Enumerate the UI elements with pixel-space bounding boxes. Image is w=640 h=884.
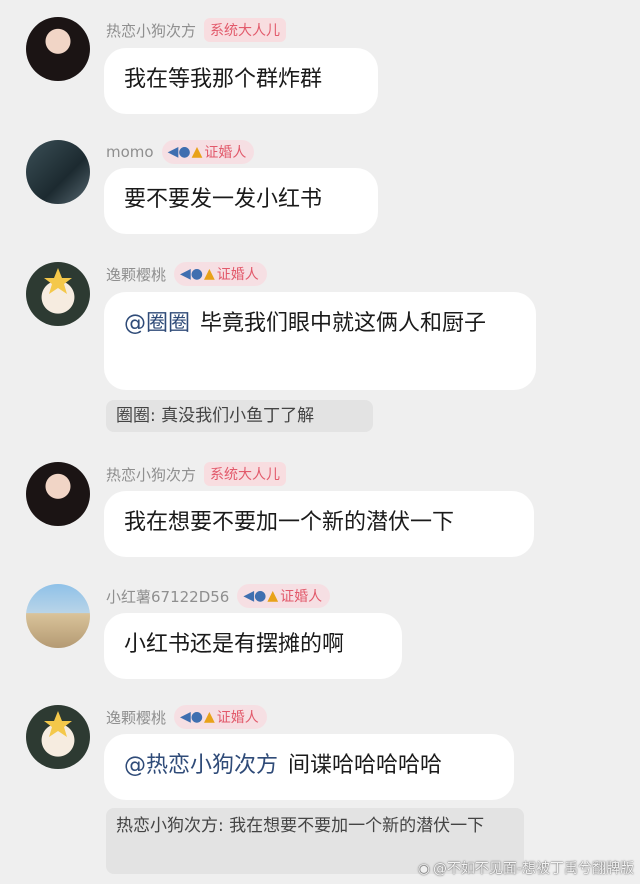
role-badge: 系统大人儿 bbox=[204, 18, 287, 42]
message-bubble[interactable]: 要不要发一发小红书 bbox=[104, 168, 378, 234]
role-badge: ◀● ▲ 证婚人 bbox=[161, 140, 255, 164]
mention-link[interactable]: @热恋小狗次方 bbox=[124, 753, 278, 778]
role-badge: ◀● ▲ 证婚人 bbox=[237, 584, 331, 608]
watermark-text: @不如不见面-想被丁禹兮翻牌版 bbox=[432, 861, 634, 877]
role-badge: ◀● ▲ 证婚人 bbox=[174, 262, 267, 286]
avatar[interactable] bbox=[26, 462, 90, 526]
badge-label: 证婚人 bbox=[216, 710, 259, 726]
username[interactable]: 逸颗樱桃 bbox=[106, 264, 166, 285]
avatar[interactable] bbox=[26, 584, 90, 648]
message-text: 要不要发一发小红书 bbox=[124, 187, 323, 212]
bell-icon: ▲ bbox=[267, 588, 279, 604]
message-text: 毕竟我们眼中就这俩人和厨子 bbox=[200, 311, 487, 336]
username[interactable]: 逸颗樱桃 bbox=[106, 707, 166, 728]
quote-text: 热恋小狗次方: 我在想要不要加一个新的潜伏一下 bbox=[116, 816, 485, 836]
bell-icon: ▲ bbox=[204, 266, 215, 282]
bell-icon: ▲ bbox=[191, 144, 203, 160]
avatar[interactable] bbox=[26, 140, 90, 204]
fish-icon: ◀● bbox=[243, 588, 267, 604]
message-text: 小红书还是有摆摊的啊 bbox=[124, 632, 345, 657]
weibo-icon: ◉ bbox=[417, 861, 430, 877]
avatar[interactable] bbox=[26, 705, 90, 769]
message-text: 我在想要不要加一个新的潜伏一下 bbox=[124, 510, 455, 535]
message-bubble[interactable]: 我在想要不要加一个新的潜伏一下 bbox=[104, 491, 534, 557]
avatar[interactable] bbox=[26, 17, 90, 81]
badge-label: 证婚人 bbox=[216, 267, 259, 283]
message-text: 我在等我那个群炸群 bbox=[124, 67, 323, 92]
message-header: momo ◀● ▲ 证婚人 bbox=[106, 139, 255, 165]
avatar[interactable] bbox=[26, 262, 90, 326]
role-badge: 系统大人儿 bbox=[204, 462, 287, 486]
username[interactable]: momo bbox=[106, 143, 154, 161]
fish-icon: ◀● bbox=[180, 266, 203, 282]
message-header: 逸颗樱桃 ◀● ▲ 证婚人 bbox=[106, 261, 267, 287]
quote-text: 圈圈: 真没我们小鱼丁了解 bbox=[116, 406, 315, 426]
message-header: 小红薯67122D56 ◀● ▲ 证婚人 bbox=[106, 583, 331, 609]
quoted-reply[interactable]: 圈圈: 真没我们小鱼丁了解 bbox=[106, 400, 373, 432]
message-bubble[interactable]: 小红书还是有摆摊的啊 bbox=[104, 613, 402, 679]
username[interactable]: 热恋小狗次方 bbox=[106, 20, 196, 41]
message-text: 间谍哈哈哈哈哈 bbox=[288, 753, 443, 778]
role-badge: ◀● ▲ 证婚人 bbox=[174, 705, 267, 729]
bell-icon: ▲ bbox=[204, 709, 215, 725]
message-bubble[interactable]: @圈圈 毕竟我们眼中就这俩人和厨子 bbox=[104, 292, 536, 390]
message-header: 热恋小狗次方 系统大人儿 bbox=[106, 461, 287, 487]
mention-link[interactable]: @圈圈 bbox=[124, 311, 190, 336]
username[interactable]: 热恋小狗次方 bbox=[106, 464, 196, 485]
fish-icon: ◀● bbox=[167, 144, 191, 160]
star-icon bbox=[44, 711, 72, 737]
badge-label: 证婚人 bbox=[280, 589, 323, 605]
username[interactable]: 小红薯67122D56 bbox=[106, 586, 229, 607]
fish-icon: ◀● bbox=[180, 709, 203, 725]
star-icon bbox=[44, 268, 72, 294]
message-header: 热恋小狗次方 系统大人儿 bbox=[106, 17, 287, 43]
badge-label: 证婚人 bbox=[204, 145, 247, 161]
message-header: 逸颗樱桃 ◀● ▲ 证婚人 bbox=[106, 704, 267, 730]
message-bubble[interactable]: @热恋小狗次方 间谍哈哈哈哈哈 bbox=[104, 734, 514, 800]
watermark: ◉ @不如不见面-想被丁禹兮翻牌版 bbox=[418, 858, 634, 878]
message-bubble[interactable]: 我在等我那个群炸群 bbox=[104, 48, 378, 114]
